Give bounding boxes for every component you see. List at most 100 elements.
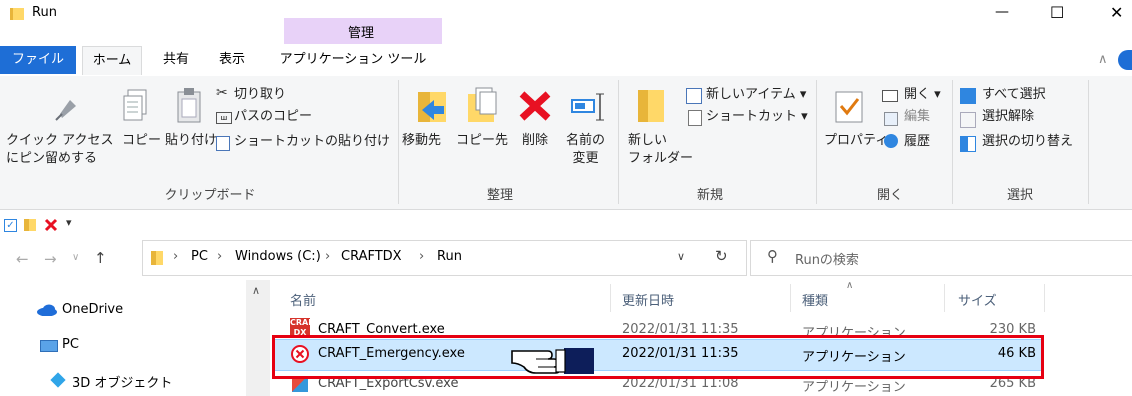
paste-icon (177, 88, 201, 123)
recent-locations-icon[interactable]: ∨ (72, 252, 79, 263)
breadcrumb-separator: › (325, 249, 331, 264)
open-group-label: 開く (876, 188, 903, 203)
history-button[interactable]: 履歴 (904, 133, 930, 151)
help-icon[interactable] (1118, 50, 1132, 70)
folder-icon (10, 8, 24, 20)
maximize-button[interactable]: ☐ (1050, 3, 1064, 22)
nav-scrollbar[interactable]: ∧ (246, 280, 270, 396)
folder-icon[interactable] (24, 219, 36, 231)
rename-label-line2: 変更 (572, 151, 599, 166)
paste-shortcut-button[interactable]: ショートカットの貼り付け (234, 133, 390, 151)
breadcrumb-pc[interactable]: PC (191, 249, 208, 264)
select-all-icon (960, 88, 976, 104)
delete-button[interactable]: 削除 (522, 132, 548, 150)
scissors-icon: ✂ (216, 85, 228, 101)
column-header-date[interactable]: 更新日時 (622, 290, 674, 309)
search-box[interactable]: ⚲ Runの検索 (750, 240, 1132, 276)
group-divider (1088, 80, 1089, 204)
new-item-icon (686, 88, 702, 104)
pc-icon (40, 340, 58, 352)
address-history-dropdown-icon[interactable]: ∨ (677, 250, 685, 263)
column-divider[interactable] (944, 284, 945, 312)
group-divider (398, 80, 399, 204)
tab-share[interactable]: 共有 (156, 46, 196, 74)
delete-x-icon[interactable] (44, 218, 58, 232)
paste-button[interactable]: 貼り付け (165, 132, 217, 150)
cloud-icon (37, 304, 57, 316)
column-divider[interactable] (790, 284, 791, 312)
shortcut-icon (688, 110, 702, 126)
3d-objects-icon (50, 372, 66, 388)
up-arrow-icon[interactable]: ↑ (94, 249, 107, 267)
chevron-up-icon[interactable]: ∧ (1098, 52, 1108, 67)
path-icon: ш (216, 112, 232, 124)
scroll-up-icon[interactable]: ∧ (252, 284, 260, 297)
edit-icon (884, 112, 898, 126)
pin-quick-access-button[interactable]: クイック アクセス にピン留めする (6, 132, 113, 168)
new-folder-button[interactable]: 新しい フォルダー (628, 132, 693, 168)
column-header-size[interactable]: サイズ (958, 290, 997, 309)
select-all-button[interactable]: すべて選択 (982, 86, 1046, 104)
invert-selection-button[interactable]: 選択の切り替え (982, 133, 1073, 151)
tab-view[interactable]: 表示 (212, 46, 252, 74)
breadcrumb-separator: › (217, 249, 223, 264)
column-divider[interactable] (1044, 284, 1045, 312)
qat-dropdown-icon[interactable]: ▾ (66, 216, 72, 229)
move-to-button[interactable]: 移動先 (402, 132, 441, 150)
back-arrow-icon[interactable]: ← (16, 250, 29, 268)
new-shortcut-button[interactable]: ショートカット ▾ (706, 108, 808, 126)
nav-item-onedrive[interactable]: OneDrive (62, 302, 123, 317)
delete-x-icon (519, 91, 551, 121)
clipboard-group-label: クリップボード (164, 188, 256, 203)
search-icon: ⚲ (767, 247, 778, 265)
context-tab-header: 管理 (284, 18, 442, 44)
properties-icon (835, 91, 863, 123)
breadcrumb-separator: › (419, 249, 425, 264)
select-none-icon (960, 112, 976, 128)
pin-label-line1: クイック アクセス (6, 133, 114, 148)
folder-icon (151, 251, 163, 265)
tab-file[interactable]: ファイル (0, 46, 76, 74)
edit-button[interactable]: 編集 (904, 108, 930, 126)
column-header-type[interactable]: 種類 (802, 290, 828, 309)
nav-item-pc[interactable]: PC (62, 337, 79, 352)
minimize-button[interactable]: — (995, 4, 1009, 20)
new-folder-label-line2: フォルダー (628, 151, 694, 166)
new-item-button[interactable]: 新しいアイテム ▾ (706, 86, 806, 104)
cut-button[interactable]: 切り取り (234, 86, 286, 104)
breadcrumb-windows-c[interactable]: Windows (C:) (235, 249, 321, 264)
quick-access-toolbar: ✓ ▾ (0, 210, 1132, 240)
tab-home[interactable]: ホーム (82, 46, 142, 75)
breadcrumb-craftdx[interactable]: CRAFTDX (341, 249, 402, 264)
copy-button[interactable]: コピー (122, 132, 161, 150)
pin-icon (55, 100, 76, 121)
select-none-button[interactable]: 選択解除 (982, 108, 1034, 126)
column-divider[interactable] (610, 284, 611, 312)
nav-item-3d-objects[interactable]: 3D オブジェクト (72, 372, 172, 391)
copy-path-button[interactable]: パスのコピー (234, 108, 312, 126)
group-divider (816, 80, 817, 204)
breadcrumb-separator: › (173, 249, 179, 264)
open-button[interactable]: 開く ▾ (904, 86, 941, 104)
history-icon (884, 134, 898, 148)
breadcrumb-run[interactable]: Run (437, 249, 462, 264)
open-icon (882, 90, 898, 102)
rename-icon (571, 93, 604, 121)
organize-group-label: 整理 (486, 188, 513, 203)
column-header-name[interactable]: 名前 (290, 290, 316, 309)
highlight-frame (272, 335, 1044, 379)
paste-shortcut-icon (216, 136, 230, 151)
checkbox-icon[interactable]: ✓ (4, 219, 17, 232)
address-bar[interactable]: › PC › Windows (C:) › CRAFTDX › Run ∨ ↻ (142, 240, 747, 276)
close-button[interactable]: ✕ (1110, 3, 1123, 22)
invert-selection-icon (960, 136, 976, 152)
copy-to-icon (468, 87, 497, 122)
copy-to-button[interactable]: コピー先 (456, 132, 508, 150)
title-bar: Run — ☐ ✕ (0, 0, 1132, 44)
properties-button[interactable]: プロパティ (824, 132, 888, 150)
forward-arrow-icon[interactable]: → (44, 250, 57, 268)
search-input[interactable]: Runの検索 (795, 249, 859, 268)
rename-button[interactable]: 名前の 変更 (566, 132, 605, 168)
refresh-icon[interactable]: ↻ (715, 247, 728, 265)
tab-app-tools[interactable]: アプリケーション ツール (268, 46, 438, 74)
